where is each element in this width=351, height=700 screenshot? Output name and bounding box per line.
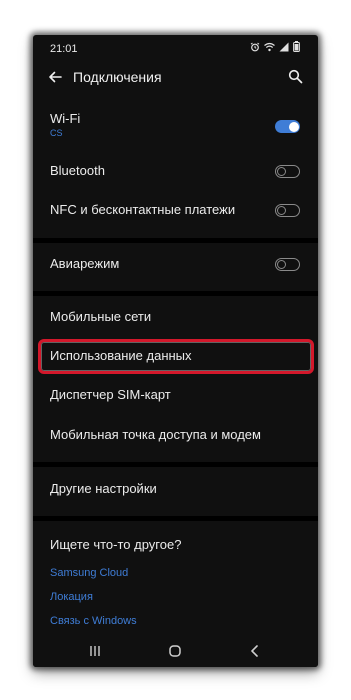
wifi-toggle[interactable]	[275, 120, 300, 133]
nfc-row[interactable]: NFC и бесконтактные платежи	[33, 194, 318, 228]
samsung-cloud-link[interactable]: Samsung Cloud	[50, 567, 128, 579]
bluetooth-row[interactable]: Bluetooth	[33, 155, 318, 189]
back-icon[interactable]	[247, 643, 263, 659]
toggle-knob	[277, 166, 286, 176]
section-divider	[33, 291, 318, 296]
suggestions-section: Ищете что-то другое? Samsung Cloud Локац…	[33, 525, 318, 635]
status-bar: 21:01	[33, 35, 318, 61]
wifi-label: Wi-Fi	[50, 111, 81, 126]
toggle-knob	[288, 121, 299, 132]
other-settings-row[interactable]: Другие настройки	[33, 472, 318, 506]
search-icon[interactable]	[288, 69, 303, 84]
data-usage-highlight-frame	[38, 339, 314, 374]
back-arrow-icon[interactable]	[47, 69, 63, 85]
page: 21:01 Подключения Wi-Fi CS Bluetooth NFC…	[0, 0, 351, 700]
section-divider	[33, 462, 318, 467]
status-time: 21:01	[50, 43, 78, 55]
hotspot-label: Мобильная точка доступа и модем	[50, 427, 261, 442]
alarm-icon	[250, 42, 260, 52]
battery-icon	[293, 41, 300, 52]
nfc-label: NFC и бесконтактные платежи	[50, 202, 236, 217]
app-header: Подключения	[33, 63, 318, 91]
wifi-row[interactable]: Wi-Fi CS	[33, 107, 318, 147]
airplane-mode-label: Авиарежим	[50, 256, 120, 271]
home-icon[interactable]	[167, 643, 183, 659]
link-to-windows-link[interactable]: Связь с Windows	[50, 615, 137, 627]
bluetooth-toggle[interactable]	[275, 165, 300, 178]
page-title: Подключения	[73, 69, 162, 85]
bluetooth-label: Bluetooth	[50, 163, 105, 178]
toggle-knob	[277, 259, 286, 269]
section-divider	[33, 516, 318, 521]
hotspot-row[interactable]: Мобильная точка доступа и модем	[33, 419, 318, 453]
wifi-network-name: CS	[50, 128, 63, 138]
section-divider	[33, 238, 318, 243]
airplane-mode-toggle[interactable]	[275, 258, 300, 271]
mobile-networks-row[interactable]: Мобильные сети	[33, 301, 318, 335]
location-link[interactable]: Локация	[50, 591, 93, 603]
phone-screen: 21:01 Подключения Wi-Fi CS Bluetooth NFC…	[33, 35, 318, 667]
navigation-bar	[33, 635, 318, 667]
sim-manager-row[interactable]: Диспетчер SIM-карт	[33, 379, 318, 413]
suggestions-title: Ищете что-то другое?	[50, 537, 182, 552]
signal-icon	[279, 42, 289, 52]
nfc-toggle[interactable]	[275, 204, 300, 217]
other-settings-label: Другие настройки	[50, 481, 157, 496]
status-icons	[250, 41, 300, 52]
recent-apps-icon[interactable]	[87, 643, 103, 659]
wifi-icon	[264, 42, 275, 52]
airplane-mode-row[interactable]: Авиарежим	[33, 247, 318, 281]
toggle-knob	[277, 205, 286, 215]
mobile-networks-label: Мобильные сети	[50, 309, 152, 324]
sim-manager-label: Диспетчер SIM-карт	[50, 387, 171, 402]
